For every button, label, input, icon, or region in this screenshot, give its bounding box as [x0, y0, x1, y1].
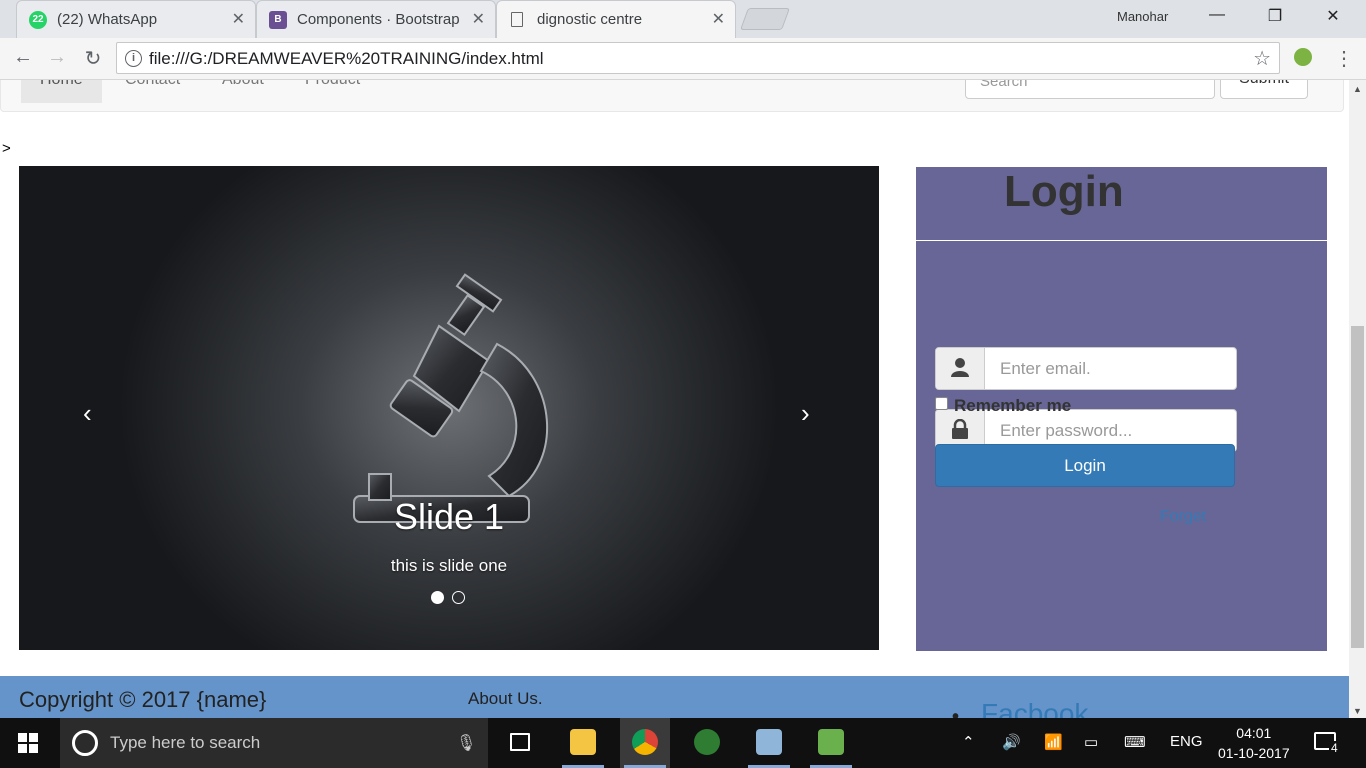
tab-whatsapp[interactable]: 22 (22) WhatsApp ✕ [16, 0, 256, 38]
back-icon[interactable]: ← [10, 46, 36, 69]
microphone-icon[interactable]: 🎙 [456, 733, 476, 753]
forward-icon[interactable]: → [44, 46, 70, 69]
tab-title: Components · Bootstrap [297, 11, 460, 28]
bootstrap-icon: B [269, 11, 287, 29]
network-icon[interactable]: 📶 [1044, 733, 1063, 751]
internet-download-icon[interactable] [682, 718, 732, 768]
windows-start-icon[interactable] [18, 733, 38, 753]
user-icon [936, 348, 985, 389]
tab-dignostic-centre[interactable]: dignostic centre ✕ [496, 0, 736, 38]
minimize-icon[interactable]: — [1202, 6, 1232, 24]
clock-time: 04:01 [1236, 725, 1272, 741]
clock-date: 01-10-2017 [1218, 745, 1290, 761]
info-icon[interactable]: i [125, 50, 142, 67]
windows-taskbar: Type here to search 🎙 ⌃ 🔊 📶 ▭ ⌨ ENG 04:0… [0, 718, 1366, 768]
bullet-icon: • [952, 706, 960, 718]
tab-title: (22) WhatsApp [57, 11, 158, 28]
language-indicator[interactable]: ENG [1170, 733, 1203, 750]
search-placeholder: Search [980, 80, 1028, 90]
about-us-link[interactable]: About Us. [468, 689, 543, 709]
email-placeholder: Enter email. [1000, 359, 1091, 378]
notification-count: 4 [1329, 741, 1340, 755]
volume-icon[interactable]: 🔊 [1002, 733, 1021, 751]
address-bar[interactable]: i file:///G:/DREAMWEAVER%20TRAINING/inde… [116, 42, 1280, 74]
carousel-prev-button[interactable]: ‹ [83, 398, 92, 429]
scroll-down-icon[interactable]: ▼ [1353, 706, 1362, 716]
remember-me[interactable]: Remember me [935, 396, 1071, 416]
nav-about[interactable]: About [222, 80, 264, 89]
email-field[interactable]: Enter email. [935, 347, 1237, 390]
login-button[interactable]: Login [935, 444, 1235, 487]
chrome-icon[interactable] [620, 718, 670, 768]
address-url: file:///G:/DREAMWEAVER%20TRAINING/index.… [149, 49, 544, 68]
bookmark-star-icon[interactable]: ☆ [1253, 46, 1271, 71]
carousel-indicator-2[interactable] [452, 591, 465, 604]
cortana-icon [72, 730, 98, 756]
close-icon[interactable]: ✕ [712, 9, 725, 29]
copyright-text: Copyright © 2017 {name} [19, 687, 267, 712]
stray-text: > [2, 140, 11, 157]
page-scrollbar[interactable]: ▲ ▼ [1349, 80, 1366, 718]
restore-icon[interactable]: ❐ [1260, 6, 1290, 26]
battery-icon[interactable]: ▭ [1084, 733, 1098, 751]
profile-name[interactable]: Manohar [1117, 9, 1168, 24]
close-window-icon[interactable]: ✕ [1318, 6, 1348, 26]
login-heading: Login [1004, 167, 1124, 216]
microscope-icon [353, 273, 549, 523]
page-viewport: Home Contact About Product Search Submit… [0, 80, 1349, 718]
submit-button[interactable]: Submit [1220, 80, 1308, 99]
image-editor-icon[interactable] [806, 718, 856, 768]
new-tab-button[interactable] [739, 8, 791, 30]
keyboard-icon[interactable]: ⌨ [1124, 733, 1146, 751]
login-panel: Login Enter email. Enter password... Rem… [916, 167, 1327, 651]
reload-icon[interactable]: ↻ [80, 46, 106, 71]
image-carousel: ‹ › Slide 1 this is slide one [19, 166, 879, 650]
taskbar-search-placeholder: Type here to search [110, 733, 261, 752]
browser-toolbar: ← → ↻ i file:///G:/DREAMWEAVER%20TRAININ… [0, 38, 1366, 80]
slide-title: Slide 1 [393, 496, 505, 537]
login-header: Login [916, 167, 1327, 241]
close-icon[interactable]: ✕ [232, 9, 245, 29]
notepad-icon[interactable] [744, 718, 794, 768]
tab-title: dignostic centre [537, 11, 643, 28]
action-center-icon[interactable]: 4 [1314, 732, 1340, 755]
show-hidden-icons[interactable]: ⌃ [962, 733, 975, 751]
file-explorer-icon[interactable] [558, 718, 608, 768]
tab-bootstrap[interactable]: B Components · Bootstrap ✕ [256, 0, 496, 38]
taskbar-search-box[interactable]: Type here to search 🎙 [60, 718, 488, 768]
carousel-indicator-1[interactable] [431, 591, 444, 604]
facebook-link[interactable]: • Facbook [952, 698, 1088, 718]
whatsapp-icon: 22 [29, 11, 47, 29]
facebook-label: Facbook [981, 698, 1089, 718]
forget-link[interactable]: Forget [1160, 508, 1206, 526]
nav-contact[interactable]: Contact [125, 80, 180, 89]
system-clock[interactable]: 04:01 01-10-2017 [1218, 723, 1290, 763]
scrollbar-thumb[interactable] [1351, 326, 1364, 648]
remember-label: Remember me [954, 396, 1072, 415]
site-navbar: Home Contact About Product Search Submit [0, 80, 1344, 112]
nav-product[interactable]: Product [305, 80, 360, 89]
slide-text: this is slide one [390, 556, 508, 575]
extension-icon[interactable] [1294, 48, 1312, 66]
close-icon[interactable]: ✕ [472, 9, 485, 29]
task-view-icon[interactable] [495, 718, 545, 768]
nav-home[interactable]: Home [21, 80, 102, 103]
scroll-up-icon[interactable]: ▲ [1353, 84, 1362, 94]
carousel-next-button[interactable]: › [801, 398, 810, 429]
site-footer: Copyright © 2017 {name} About Us. • Facbo… [0, 676, 1349, 718]
page-icon [511, 12, 523, 27]
password-placeholder: Enter password... [1000, 421, 1133, 440]
remember-checkbox[interactable] [935, 397, 948, 410]
navbar-search-input[interactable]: Search [965, 80, 1215, 99]
menu-icon[interactable]: ⋮ [1334, 46, 1354, 71]
slide-caption: Slide 1 this is slide one [19, 496, 879, 576]
browser-tab-strip: 22 (22) WhatsApp ✕ B Components · Bootst… [0, 0, 1366, 38]
